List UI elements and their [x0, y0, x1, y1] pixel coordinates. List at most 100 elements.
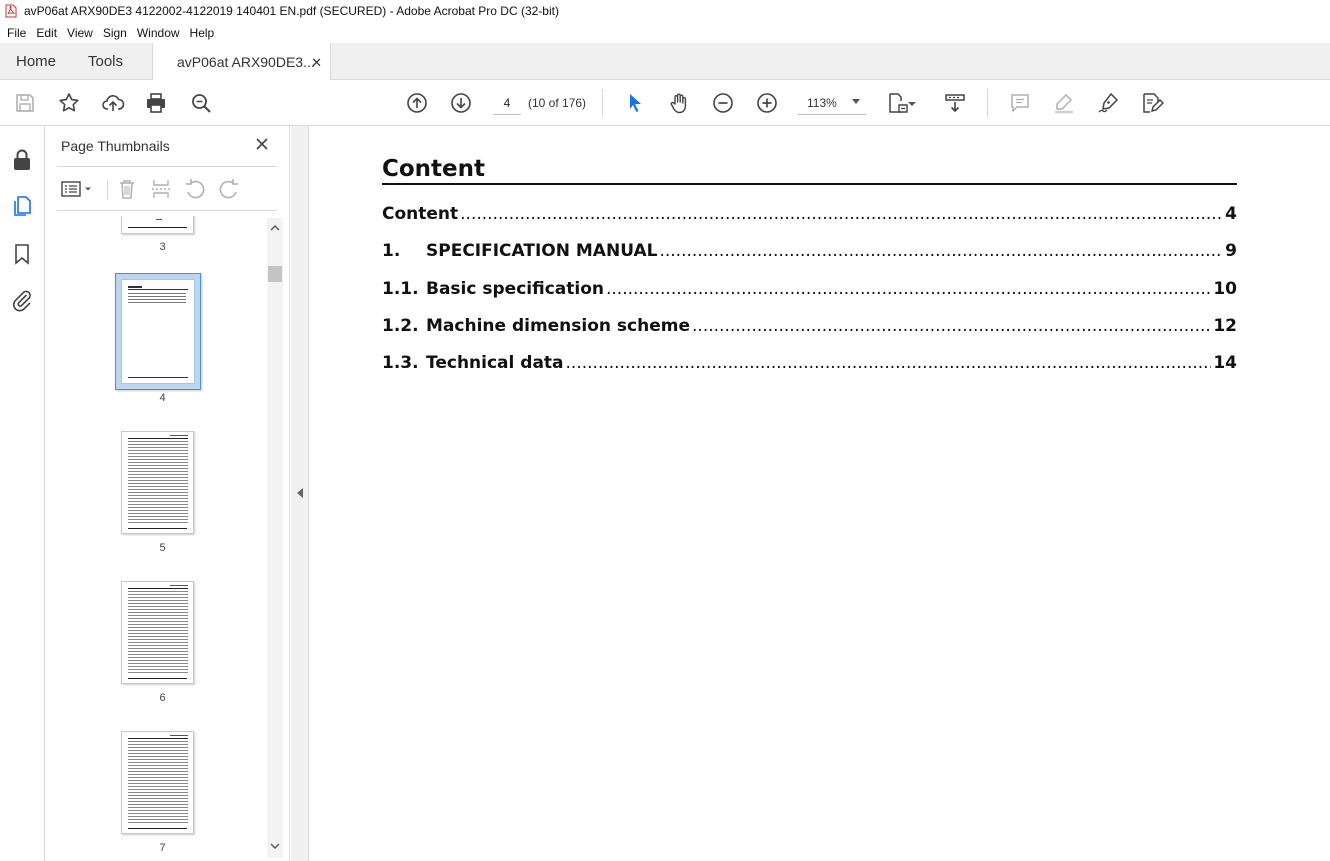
zoom-search-icon[interactable] [189, 91, 213, 115]
bookmark-star-icon[interactable] [57, 91, 81, 115]
toc-leader-dots: ........................................… [605, 279, 1212, 299]
toc-entry[interactable]: 1.1. Basic specification ...............… [382, 279, 1237, 303]
thumbnail-label: 3 [159, 241, 166, 253]
thumbnail-page-7[interactable] [121, 731, 194, 834]
scrollbar-thumb[interactable] [268, 266, 282, 282]
menu-help[interactable]: Help [185, 26, 220, 40]
toc-title: Technical data [426, 353, 564, 373]
document-tab-label: avP06at ARX90DE3... [177, 54, 315, 70]
document-heading: Content [382, 156, 486, 182]
zoom-in-icon[interactable] [755, 91, 779, 115]
panel-collapse-handle[interactable] [291, 126, 309, 861]
panel-title: Page Thumbnails [61, 138, 170, 154]
tab-home[interactable]: Home [16, 43, 56, 80]
window-title: avP06at ARX90DE3 4122002-4122019 140401 … [24, 4, 559, 18]
attachments-paperclip-icon[interactable] [10, 288, 34, 312]
toc-title: Machine dimension scheme [426, 316, 691, 336]
menu-file[interactable]: File [2, 26, 31, 40]
print-icon[interactable] [144, 91, 168, 115]
next-page-icon[interactable] [449, 91, 473, 115]
upload-cloud-icon[interactable] [101, 91, 125, 115]
toc-leader-dots: ........................................… [659, 241, 1224, 261]
scroll-down-arrow-icon[interactable] [267, 838, 283, 854]
toc-leader-dots: ........................................… [565, 353, 1212, 373]
save-icon[interactable] [13, 91, 37, 115]
page-count-label: (10 of 176) [528, 96, 587, 110]
close-tab-icon[interactable]: ✕ [311, 55, 322, 71]
title-bar: avP06at ARX90DE3 4122002-4122019 140401 … [0, 0, 1330, 22]
collapse-arrow-icon [297, 488, 303, 498]
thumbnail-page-3[interactable] [121, 216, 194, 234]
menu-edit[interactable]: Edit [31, 26, 62, 40]
toc-number: 1.3. [382, 353, 419, 373]
panel-divider [57, 210, 277, 211]
comment-icon[interactable] [1008, 91, 1032, 115]
toc-title: Basic specification [426, 279, 604, 299]
thumbnail-list: 3 4 5 6 7 [57, 216, 268, 861]
tool-separator [107, 180, 108, 200]
thumbnail-page-5[interactable] [121, 431, 194, 534]
toc-page-number: 12 [1213, 316, 1237, 336]
close-panel-icon[interactable] [254, 136, 270, 152]
toc-title: SPECIFICATION MANUAL [426, 241, 658, 261]
insert-page-icon[interactable] [149, 177, 173, 201]
tab-tools[interactable]: Tools [88, 43, 123, 80]
page-fit-dropdown-icon[interactable] [905, 91, 919, 115]
thumbnail-page-6[interactable] [121, 581, 194, 684]
thumbnail-label: 6 [159, 692, 166, 704]
thumbnail-label: 4 [159, 392, 166, 404]
fill-sign-icon[interactable] [1140, 91, 1164, 115]
navigation-rail [0, 126, 45, 861]
menu-bar: File Edit View Sign Window Help [0, 22, 1330, 43]
menu-window[interactable]: Window [132, 26, 185, 40]
thumbnail-toolbar [57, 174, 277, 204]
toc-number: 1.2. [382, 316, 419, 336]
toolbar-separator [987, 89, 988, 117]
rotate-clockwise-icon[interactable] [217, 177, 241, 201]
toc-entry[interactable]: 1. SPECIFICATION MANUAL ................… [382, 241, 1237, 265]
previous-page-icon[interactable] [405, 91, 429, 115]
highlight-icon[interactable] [1052, 91, 1076, 115]
menu-sign[interactable]: Sign [98, 26, 132, 40]
toc-entry[interactable]: 1.2. Machine dimension scheme ..........… [382, 316, 1237, 340]
scroll-up-arrow-icon[interactable] [267, 220, 283, 236]
rotate-counterclockwise-icon[interactable] [183, 177, 207, 201]
toc-entry[interactable]: 1.3. Technical data ....................… [382, 353, 1237, 377]
toc-leader-dots: ........................................… [460, 204, 1223, 224]
security-lock-icon[interactable] [10, 148, 34, 172]
zoom-out-icon[interactable] [711, 91, 735, 115]
toc-title: Content [382, 204, 459, 224]
tab-bar: Home Tools avP06at ARX90DE3... ✕ [0, 43, 1330, 81]
toc-page-number: 10 [1213, 279, 1237, 299]
main-toolbar [0, 80, 1330, 126]
panel-divider [57, 166, 277, 167]
page-thumbnails-icon[interactable] [10, 194, 34, 218]
toc-entry[interactable]: Content ................................… [382, 204, 1237, 228]
thumbnail-page-4-selected[interactable] [115, 273, 201, 390]
toc-leader-dots: ........................................… [692, 316, 1211, 336]
page-number-input[interactable] [493, 91, 521, 115]
document-view[interactable]: Content Content ........................… [310, 126, 1330, 861]
draw-pen-icon[interactable] [1096, 91, 1120, 115]
scroll-mode-icon[interactable] [943, 91, 967, 115]
zoom-level-dropdown[interactable]: 113% [798, 91, 866, 115]
thumbnail-scrollbar[interactable] [267, 218, 283, 858]
bookmarks-icon[interactable] [10, 242, 34, 266]
thumbnail-label: 5 [159, 542, 166, 554]
page-thumbnails-panel: Page Thumbnails 3 4 5 6 7 [45, 126, 290, 861]
zoom-value: 113% [807, 95, 837, 110]
toolbar-separator [602, 89, 603, 117]
acrobat-pdf-icon [4, 4, 18, 18]
select-cursor-icon[interactable] [623, 91, 647, 115]
toc-page-number: 14 [1213, 353, 1237, 373]
toc-number: 1. [382, 241, 401, 261]
hand-tool-icon[interactable] [667, 91, 691, 115]
thumbnail-label: 7 [159, 842, 166, 854]
toc-page-number: 4 [1225, 204, 1237, 224]
thumbnail-options-menu-icon[interactable] [59, 177, 95, 201]
tab-document[interactable]: avP06at ARX90DE3... ✕ [152, 43, 331, 81]
delete-page-icon[interactable] [115, 177, 139, 201]
zoom-caret-icon [852, 99, 860, 104]
menu-view[interactable]: View [62, 26, 98, 40]
heading-underline [382, 183, 1237, 185]
